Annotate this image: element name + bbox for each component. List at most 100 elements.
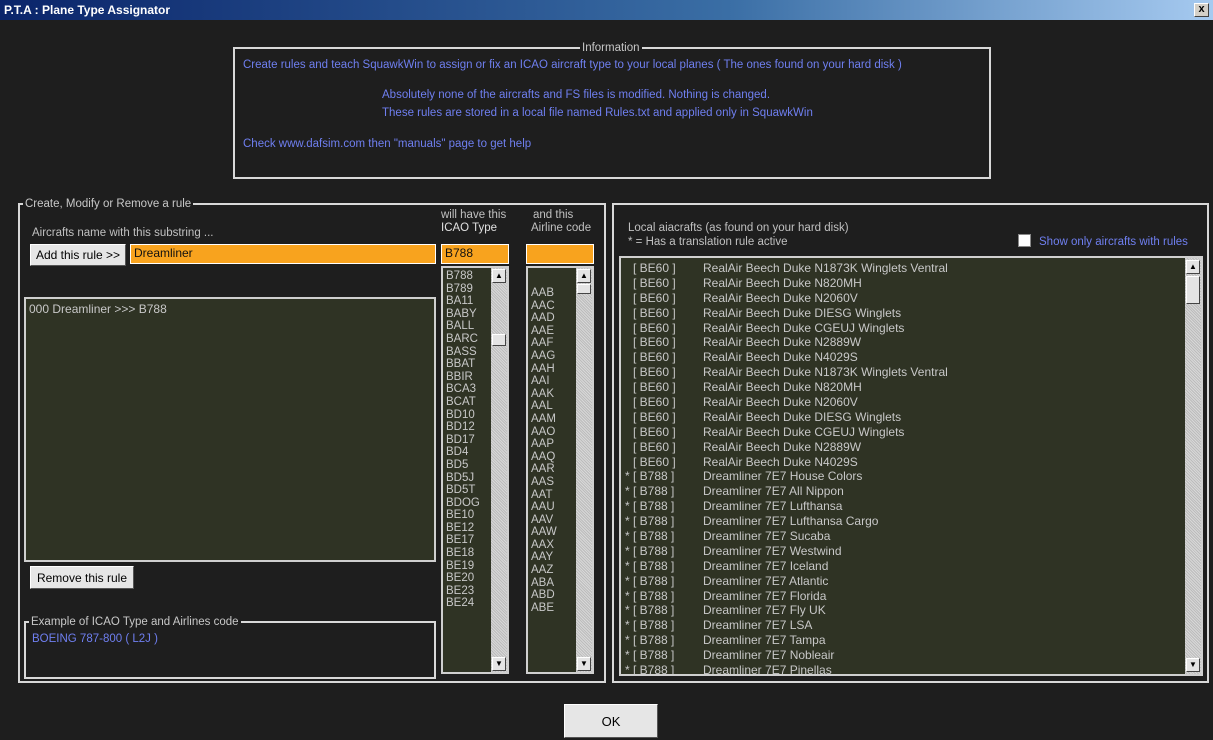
icao-list-item[interactable]: BE23 (446, 585, 489, 598)
icao-list-item[interactable]: BE10 (446, 509, 489, 522)
icao-list-item[interactable]: BD10 (446, 409, 489, 422)
airline-list-item[interactable]: AAO (531, 426, 574, 439)
scroll-thumb[interactable] (577, 284, 591, 294)
icao-list-item[interactable]: BABY (446, 308, 489, 321)
icao-list-item[interactable]: BDOG (446, 497, 489, 510)
airline-list-item[interactable]: ABE (531, 602, 574, 615)
local-aircraft-row[interactable]: [ BE60 ] RealAir Beech Duke N2889W (623, 335, 1183, 350)
airline-list-item[interactable]: AAG (531, 350, 574, 363)
scroll-up-icon[interactable]: ▲ (1186, 260, 1200, 274)
icao-list-item[interactable]: BALL (446, 320, 489, 333)
icao-list-item[interactable]: BCA3 (446, 383, 489, 396)
icao-list-item[interactable]: BBIR (446, 371, 489, 384)
local-aircraft-row[interactable]: *[ B788 ] Dreamliner 7E7 LSA (623, 618, 1183, 633)
icao-list-item[interactable]: BASS (446, 346, 489, 359)
airline-list-item[interactable]: AAE (531, 325, 574, 338)
rules-list[interactable]: 000 Dreamliner >>> B788 (24, 297, 436, 562)
airline-list-item[interactable]: ABD (531, 589, 574, 602)
local-aircraft-row[interactable]: *[ B788 ] Dreamliner 7E7 Florida (623, 589, 1183, 604)
icao-list-item[interactable]: BE17 (446, 534, 489, 547)
local-aircraft-row[interactable]: [ BE60 ] RealAir Beech Duke N2889W (623, 440, 1183, 455)
scroll-down-icon[interactable]: ▼ (1186, 658, 1200, 672)
airline-list-item[interactable]: AAU (531, 501, 574, 514)
icao-list-item[interactable]: BE18 (446, 547, 489, 560)
local-aircraft-row[interactable]: [ BE60 ] RealAir Beech Duke N4029S (623, 455, 1183, 470)
local-aircraft-row[interactable]: *[ B788 ] Dreamliner 7E7 Lufthansa (623, 499, 1183, 514)
airline-list-item[interactable]: AAD (531, 312, 574, 325)
local-aircraft-row[interactable]: *[ B788 ] Dreamliner 7E7 All Nippon (623, 484, 1183, 499)
icao-list-item[interactable]: BARC (446, 333, 489, 346)
icao-list-item[interactable]: BD12 (446, 421, 489, 434)
local-aircraft-row[interactable]: *[ B788 ] Dreamliner 7E7 Atlantic (623, 574, 1183, 589)
airline-list-item[interactable]: AAT (531, 489, 574, 502)
local-aircraft-row[interactable]: *[ B788 ] Dreamliner 7E7 Pinellas (623, 663, 1183, 674)
local-aircraft-row[interactable]: *[ B788 ] Dreamliner 7E7 Fly UK (623, 603, 1183, 618)
local-aircraft-list[interactable]: [ BE60 ] RealAir Beech Duke N1873K Wingle… (619, 256, 1203, 676)
scroll-up-icon[interactable]: ▲ (577, 269, 591, 283)
icao-list-item[interactable]: BD5J (446, 472, 489, 485)
scroll-down-icon[interactable]: ▼ (577, 657, 591, 671)
icao-type-input[interactable]: B788 (441, 244, 509, 264)
local-aircraft-row[interactable]: *[ B788 ] Dreamliner 7E7 Westwind (623, 544, 1183, 559)
local-aircraft-row[interactable]: *[ B788 ] Dreamliner 7E7 Nobleair (623, 648, 1183, 663)
local-aircraft-row[interactable]: *[ B788 ] Dreamliner 7E7 Sucaba (623, 529, 1183, 544)
remove-rule-button[interactable]: Remove this rule (30, 566, 134, 589)
airline-list-item[interactable]: ABA (531, 577, 574, 590)
local-aircraft-row[interactable]: [ BE60 ] RealAir Beech Duke N1873K Wingle… (623, 365, 1183, 380)
local-aircraft-row[interactable]: *[ B788 ] Dreamliner 7E7 Iceland (623, 559, 1183, 574)
airline-list-item[interactable]: AAF (531, 337, 574, 350)
airline-list-item[interactable]: AAX (531, 539, 574, 552)
airline-list-item[interactable]: AAL (531, 400, 574, 413)
airline-list-item[interactable]: AAK (531, 388, 574, 401)
local-aircraft-row[interactable]: *[ B788 ] Dreamliner 7E7 Lufthansa Cargo (623, 514, 1183, 529)
local-aircraft-row[interactable]: [ BE60 ] RealAir Beech Duke DIESG Winglet… (623, 410, 1183, 425)
airline-code-input[interactable] (526, 244, 594, 264)
airline-list-item[interactable]: AAW (531, 526, 574, 539)
airline-list-item[interactable]: AAR (531, 463, 574, 476)
show-rules-label[interactable]: Show only aircrafts with rules (1039, 236, 1188, 248)
icao-list-item[interactable]: BD5 (446, 459, 489, 472)
icao-list-item[interactable]: BE19 (446, 560, 489, 573)
local-aircraft-row[interactable]: [ BE60 ] RealAir Beech Duke N1873K Wingle… (623, 261, 1183, 276)
scroll-thumb[interactable] (1186, 276, 1200, 304)
icao-list-item[interactable]: BBAT (446, 358, 489, 371)
rule-item[interactable]: 000 Dreamliner >>> B788 (29, 303, 418, 315)
airline-code-list[interactable]: AAB AAC AAD AAE AAF AAG AAH AAI AAK AAL AAM AAO AAP A… (526, 266, 594, 674)
icao-list-item[interactable]: BD17 (446, 434, 489, 447)
local-aircraft-row[interactable]: *[ B788 ] Dreamliner 7E7 Tampa (623, 633, 1183, 648)
airline-list-item[interactable]: AAB (531, 287, 574, 300)
icao-list-item[interactable]: BD4 (446, 446, 489, 459)
airline-list-item[interactable]: AAC (531, 300, 574, 313)
airline-list-item[interactable]: AAS (531, 476, 574, 489)
icao-list-item[interactable]: B789 (446, 283, 489, 296)
airline-scrollbar[interactable]: ▲ ▼ (576, 268, 592, 672)
local-aircraft-row[interactable]: [ BE60 ] RealAir Beech Duke N4029S (623, 350, 1183, 365)
local-aircraft-row[interactable]: [ BE60 ] RealAir Beech Duke N820MH (623, 380, 1183, 395)
local-aircraft-row[interactable]: [ BE60 ] RealAir Beech Duke CGEUJ Winglet… (623, 321, 1183, 336)
show-rules-checkbox[interactable] (1018, 234, 1031, 247)
airline-list-item[interactable]: AAP (531, 438, 574, 451)
ok-button[interactable]: OK (564, 704, 658, 738)
airline-list-item[interactable]: AAZ (531, 564, 574, 577)
icao-scrollbar[interactable]: ▲ ▼ (491, 268, 507, 672)
local-aircraft-row[interactable]: *[ B788 ] Dreamliner 7E7 House Colors (623, 469, 1183, 484)
icao-list-item[interactable]: BE12 (446, 522, 489, 535)
airline-list-item[interactable]: AAI (531, 375, 574, 388)
icao-list-item[interactable]: BE20 (446, 572, 489, 585)
icao-list-item[interactable]: BE24 (446, 597, 489, 610)
close-icon[interactable]: x (1194, 3, 1209, 17)
airline-list-item[interactable]: AAQ (531, 451, 574, 464)
local-aircraft-row[interactable]: [ BE60 ] RealAir Beech Duke N2060V (623, 395, 1183, 410)
local-aircraft-row[interactable]: [ BE60 ] RealAir Beech Duke CGEUJ Winglet… (623, 425, 1183, 440)
local-aircraft-row[interactable]: [ BE60 ] RealAir Beech Duke N2060V (623, 291, 1183, 306)
airline-list-item[interactable]: AAH (531, 363, 574, 376)
icao-list-item[interactable]: BCAT (446, 396, 489, 409)
scroll-up-icon[interactable]: ▲ (492, 269, 506, 283)
airline-list-item[interactable]: AAM (531, 413, 574, 426)
name-substring-input[interactable]: Dreamliner (130, 244, 436, 264)
icao-list-item[interactable]: BD5T (446, 484, 489, 497)
airline-list-item[interactable]: AAV (531, 514, 574, 527)
icao-type-list[interactable]: B788 B789 BA11 BABY BALL BARC BASS BBAT BBIR BCA3… (441, 266, 509, 674)
add-rule-button[interactable]: Add this rule >> (30, 244, 126, 266)
scroll-thumb[interactable] (492, 334, 506, 346)
